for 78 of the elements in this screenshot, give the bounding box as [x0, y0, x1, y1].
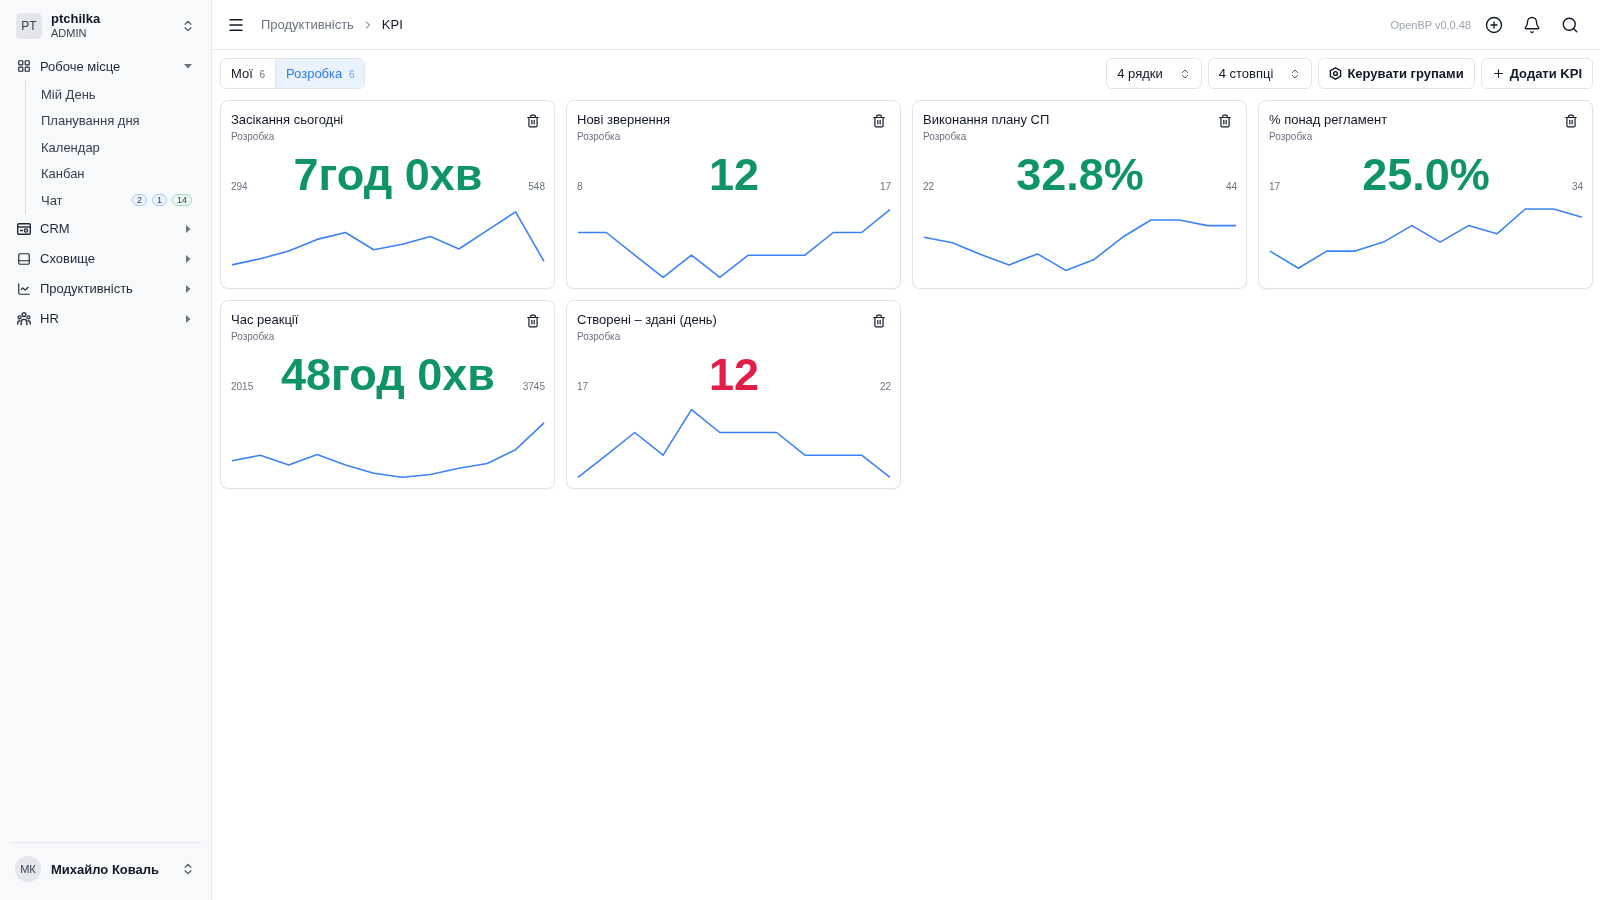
max-label: 548 — [528, 181, 545, 192]
people-icon — [17, 311, 31, 326]
card-subtitle: Розробка — [577, 330, 622, 344]
version-label: OpenBP v0.0.48 — [1390, 18, 1471, 31]
nav-item[interactable]: Продуктивність — [10, 273, 201, 304]
card-icon — [17, 221, 31, 236]
card-title: % понад регламент — [1269, 111, 1388, 129]
min-label: 2015 — [231, 381, 254, 392]
delete-button[interactable] — [525, 313, 541, 329]
nav-subitem[interactable]: Мій День — [26, 81, 201, 108]
nav-subitem[interactable]: Чат 2 1 14 — [26, 187, 201, 214]
delete-button[interactable] — [525, 113, 541, 129]
count-badge: 1 — [151, 194, 167, 207]
card-subtitle: Розробка — [231, 330, 276, 344]
card-title: Час реакції — [231, 311, 299, 329]
min-label: 22 — [923, 181, 935, 192]
card-subtitle: Розробка — [577, 130, 622, 144]
card-subtitle: Розробка — [923, 130, 968, 144]
nav-subitem[interactable]: Планування дня — [26, 107, 201, 134]
grid-icon — [17, 59, 31, 73]
max-label: 17 — [879, 181, 891, 192]
search-icon — [1561, 15, 1579, 34]
workspace-role: ADMIN — [51, 26, 88, 40]
trash-icon — [526, 114, 540, 128]
nav-item[interactable]: Сховище — [10, 243, 201, 274]
panel-icon — [17, 251, 31, 266]
kpi-value: 7год 0хв — [293, 150, 483, 200]
kpi-value: 32.8% — [1016, 150, 1144, 200]
settings-icon — [1329, 67, 1343, 80]
columns-select[interactable]: 4 стовпці — [1207, 58, 1313, 89]
user-avatar: МК — [15, 856, 41, 882]
workspace-avatar: PT — [16, 12, 42, 39]
line-chart-icon — [17, 281, 31, 296]
trash-icon — [1564, 114, 1578, 128]
min-label: 17 — [1269, 181, 1281, 192]
min-label: 17 — [577, 381, 589, 392]
nav-item[interactable]: CRM — [10, 213, 201, 244]
min-label: 8 — [577, 181, 583, 192]
card-title: Засікання сьогодні — [231, 111, 344, 129]
trash-icon — [1218, 114, 1232, 128]
card-title: Нові звернення — [577, 111, 670, 129]
trash-icon — [872, 114, 886, 128]
delete-button[interactable] — [1217, 113, 1233, 129]
max-label: 3745 — [522, 381, 545, 392]
max-label: 34 — [1571, 181, 1583, 192]
bell-icon — [1523, 15, 1541, 34]
card-subtitle: Розробка — [231, 130, 276, 144]
nav-subitem[interactable]: Календар — [26, 134, 201, 161]
nav-item[interactable]: HR — [10, 303, 201, 334]
trash-icon — [526, 314, 540, 328]
kpi-value: 25.0% — [1362, 150, 1490, 200]
nav-subitem[interactable]: Канбан — [26, 160, 201, 187]
workspace-name: ptchilka — [51, 11, 102, 26]
nav-item[interactable]: Робоче місце — [10, 51, 201, 81]
count-badge: 2 — [131, 194, 147, 207]
kpi-value: 12 — [708, 350, 760, 400]
card-title: Виконання плану СП — [923, 111, 1050, 129]
add-kpi-button[interactable]: Додати KPI — [1480, 58, 1593, 89]
breadcrumb-link[interactable]: Продуктивність — [261, 17, 354, 32]
max-label: 44 — [1225, 181, 1237, 192]
plus-circle-icon — [1485, 15, 1503, 34]
count-badge: 14 — [172, 194, 192, 207]
trash-icon — [872, 314, 886, 328]
min-label: 294 — [231, 181, 248, 192]
delete-button[interactable] — [871, 113, 887, 129]
breadcrumb-current: KPI — [381, 17, 403, 32]
tab[interactable]: Розробка 6 — [275, 59, 365, 88]
kpi-value: 12 — [708, 150, 760, 200]
manage-groups-button[interactable]: Керувати групами — [1318, 58, 1475, 89]
user-name: Михайло Коваль — [51, 861, 161, 877]
delete-button[interactable] — [871, 313, 887, 329]
plus-icon — [1491, 67, 1505, 80]
card-subtitle: Розробка — [1269, 130, 1314, 144]
kpi-value: 48год 0хв — [281, 350, 495, 400]
max-label: 22 — [879, 381, 891, 392]
card-title: Створені – здані (день) — [577, 311, 717, 329]
delete-button[interactable] — [1563, 113, 1579, 129]
rows-select[interactable]: 4 рядки — [1106, 58, 1202, 89]
